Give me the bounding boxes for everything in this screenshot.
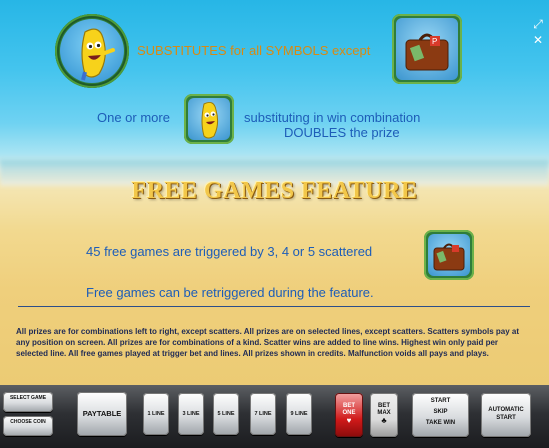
- paytable-label: PAYTABLE: [82, 409, 122, 418]
- heart-icon: ♥: [346, 416, 352, 425]
- terms-text: All prizes are for combinations left to …: [16, 327, 519, 358]
- banana-wild-symbol-small: [184, 94, 234, 144]
- line-3-button[interactable]: 3 LINE: [178, 393, 204, 435]
- automatic-start-button[interactable]: AUTOMATIC START: [481, 393, 531, 437]
- select-game-label: SELECT GAME: [9, 395, 47, 401]
- paytable-screen: P SUBSTITUTES for all SYMBOLS except One…: [0, 0, 549, 385]
- fullscreen-icon[interactable]: ⤢: [531, 16, 545, 32]
- one-or-more-text: One or more: [97, 110, 170, 125]
- take-win-label: TAKE WIN: [425, 420, 456, 426]
- bet-max-label: BET MAX: [377, 403, 391, 416]
- line-1-label: 1 LINE: [147, 411, 165, 417]
- bet-one-label: BET ONE: [342, 403, 356, 416]
- select-game-button[interactable]: SELECT GAME: [3, 392, 53, 412]
- banana-wild-symbol: [55, 14, 129, 88]
- doubles-text: DOUBLES the prize: [284, 125, 400, 140]
- bet-max-button[interactable]: BET MAX ♣: [370, 393, 398, 437]
- close-icon[interactable]: ✕: [531, 32, 545, 48]
- line-9-label: 9 LINE: [290, 411, 308, 417]
- suitcase-scatter-symbol: P: [392, 14, 462, 84]
- choose-coin-button[interactable]: CHOOSE COIN: [3, 416, 53, 436]
- start-skip-takewin-button[interactable]: START SKIP TAKE WIN: [412, 393, 469, 437]
- divider: [18, 306, 530, 307]
- automatic-start-label: AUTOMATIC START: [488, 407, 524, 421]
- substituting-text: substituting in win combination: [244, 110, 421, 125]
- line-7-label: 7 LINE: [254, 411, 272, 417]
- skip-label: SKIP: [433, 409, 448, 415]
- start-label: START: [430, 398, 451, 404]
- line-1-button[interactable]: 1 LINE: [143, 393, 169, 435]
- side-icons: ⤢ ✕: [531, 16, 545, 48]
- club-icon: ♣: [381, 416, 387, 425]
- paytable-button[interactable]: PAYTABLE: [77, 392, 127, 436]
- free-games-trigger-text: 45 free games are triggered by 3, 4 or 5…: [86, 244, 373, 259]
- choose-coin-label: CHOOSE COIN: [10, 419, 46, 425]
- substitutes-text: SUBSTITUTES for all SYMBOLS except: [137, 43, 371, 58]
- line-5-button[interactable]: 5 LINE: [213, 393, 239, 435]
- line-5-label: 5 LINE: [217, 411, 235, 417]
- svg-text:P: P: [432, 37, 437, 46]
- retrigger-text: Free games can be retriggered during the…: [86, 285, 374, 300]
- suitcase-scatter-symbol-small: [424, 230, 474, 280]
- line-3-label: 3 LINE: [182, 411, 200, 417]
- free-games-title: FREE GAMES FEATURE: [131, 178, 418, 204]
- line-9-button[interactable]: 9 LINE: [286, 393, 312, 435]
- bet-one-button[interactable]: BET ONE ♥: [335, 393, 363, 437]
- line-7-button[interactable]: 7 LINE: [250, 393, 276, 435]
